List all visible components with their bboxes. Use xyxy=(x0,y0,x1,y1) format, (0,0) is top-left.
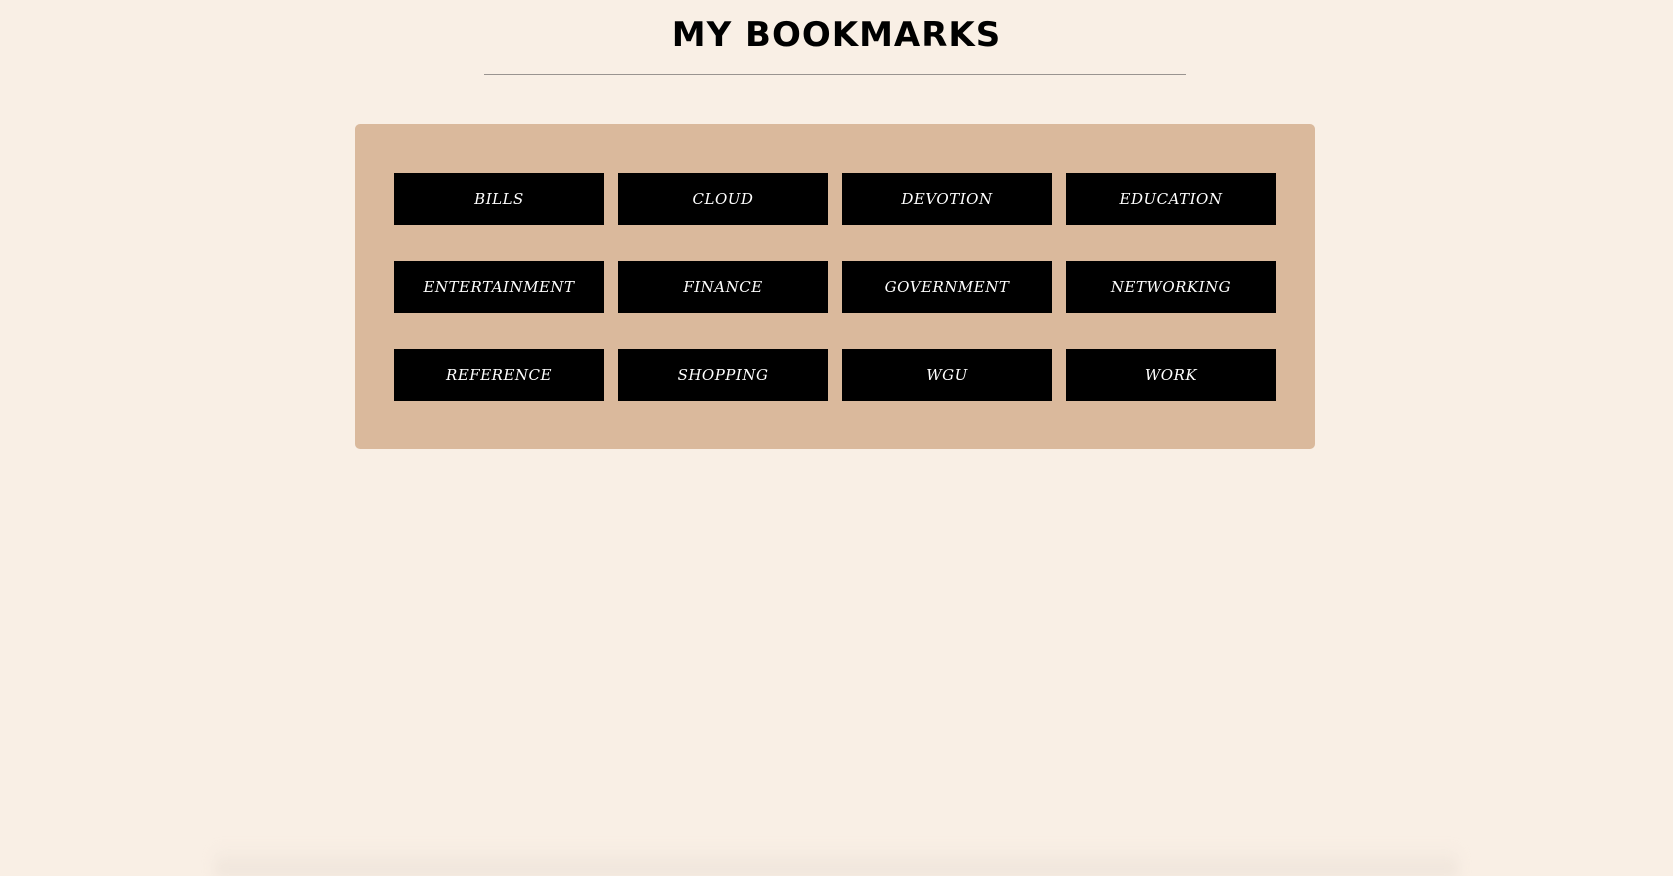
bookmark-button-reference[interactable]: REFERENCE xyxy=(394,349,604,401)
page: MY BOOKMARKS BILLS CLOUD DEVOTION EDUCAT… xyxy=(0,0,1673,876)
bookmark-button-wgu[interactable]: WGU xyxy=(842,349,1052,401)
title-divider xyxy=(484,74,1186,75)
bottom-shadow xyxy=(215,846,1458,876)
bookmarks-panel: BILLS CLOUD DEVOTION EDUCATION ENTERTAIN… xyxy=(355,124,1315,449)
bookmark-button-work[interactable]: WORK xyxy=(1066,349,1276,401)
bookmark-button-shopping[interactable]: SHOPPING xyxy=(618,349,828,401)
bookmark-button-entertainment[interactable]: ENTERTAINMENT xyxy=(394,261,604,313)
bookmarks-grid: BILLS CLOUD DEVOTION EDUCATION ENTERTAIN… xyxy=(394,173,1276,401)
bookmark-button-finance[interactable]: FINANCE xyxy=(618,261,828,313)
bookmark-button-networking[interactable]: NETWORKING xyxy=(1066,261,1276,313)
bookmark-button-devotion[interactable]: DEVOTION xyxy=(842,173,1052,225)
bookmark-button-education[interactable]: EDUCATION xyxy=(1066,173,1276,225)
bookmark-button-bills[interactable]: BILLS xyxy=(394,173,604,225)
bookmark-button-cloud[interactable]: CLOUD xyxy=(618,173,828,225)
bookmark-button-government[interactable]: GOVERNMENT xyxy=(842,261,1052,313)
page-title: MY BOOKMARKS xyxy=(671,15,1002,55)
